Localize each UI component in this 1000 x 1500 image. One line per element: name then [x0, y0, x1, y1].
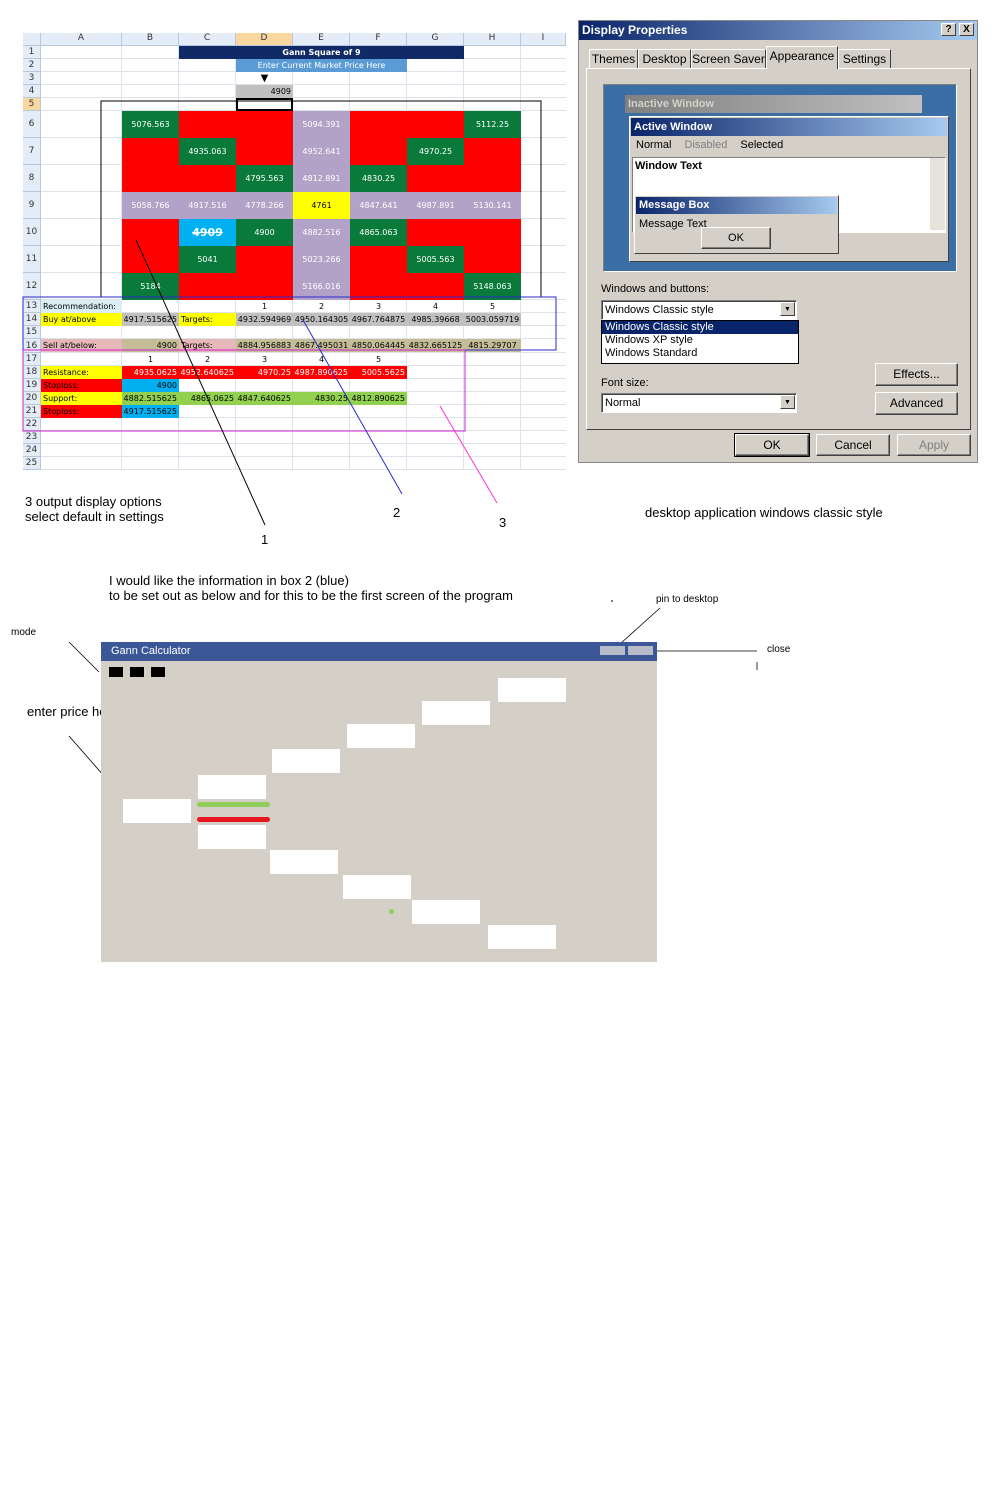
- effects-button[interactable]: Effects...: [875, 363, 958, 386]
- dialog-title: Display Properties: [582, 23, 688, 37]
- buy-target-3-field[interactable]: [347, 724, 415, 748]
- sell-line: [197, 817, 270, 822]
- buy-target-5-field[interactable]: [498, 678, 566, 702]
- active-window-title: Active Window: [634, 121, 713, 133]
- dropdown-option[interactable]: Windows XP style: [602, 334, 798, 347]
- sell-target-2-field[interactable]: [270, 850, 338, 874]
- price-input[interactable]: [123, 799, 191, 823]
- cancel-button[interactable]: Cancel: [816, 434, 890, 456]
- close-button[interactable]: X: [959, 23, 974, 36]
- help-button[interactable]: ?: [941, 23, 956, 36]
- output-options-note: 3 output display options select default …: [25, 494, 164, 524]
- dropdown-option[interactable]: Windows Standard: [602, 347, 798, 360]
- font-size-select[interactable]: Normal ▼: [601, 393, 797, 413]
- callout-2-line: [302, 319, 403, 495]
- menu-selected: Selected: [740, 139, 784, 151]
- tab-appearance[interactable]: Appearance: [766, 46, 838, 69]
- sell-target-4-field[interactable]: [412, 900, 480, 924]
- message-ok-button: OK: [701, 227, 771, 249]
- preview-menu: Normal Disabled Selected: [633, 139, 783, 151]
- gann-titlebar[interactable]: Gann Calculator: [101, 642, 657, 661]
- tab-desktop[interactable]: Desktop: [638, 49, 691, 68]
- chevron-down-icon[interactable]: ▼: [780, 395, 795, 409]
- message-box: Message Box Message Text OK: [634, 195, 839, 254]
- windows-buttons-dropdown[interactable]: Windows Classic style Windows XP style W…: [601, 320, 799, 364]
- buy-line: [197, 802, 270, 807]
- display-properties-dialog: Display Properties ? X Themes Desktop Sc…: [578, 20, 978, 463]
- callout-1-label: 1: [261, 532, 269, 547]
- pin-button[interactable]: [600, 646, 625, 655]
- preview-scrollbar: [930, 158, 945, 230]
- inactive-window-title: Inactive Window: [628, 98, 715, 110]
- message-box-title: Message Box: [639, 199, 710, 211]
- message-text: Message Text: [639, 218, 707, 230]
- box-3-outline: [22, 349, 466, 432]
- status-dot: [389, 909, 394, 914]
- tab-settings[interactable]: Settings: [838, 49, 891, 68]
- window-text: Window Text: [635, 160, 702, 172]
- close-button[interactable]: [628, 646, 653, 655]
- buy-target-2-field[interactable]: [272, 749, 340, 773]
- buy-target-4-field[interactable]: [422, 701, 490, 725]
- active-window-titlebar: Active Window: [631, 118, 947, 136]
- box-1-outline: [100, 100, 542, 298]
- windows-buttons-value: Windows Classic style: [605, 304, 714, 316]
- message-box-titlebar: Message Box: [636, 197, 837, 214]
- sell-target-3-field[interactable]: [343, 875, 411, 899]
- box-2-outline: [22, 296, 557, 351]
- sell-target-5-field[interactable]: [488, 925, 556, 949]
- appearance-preview: Inactive Window Active Window Normal Dis…: [603, 84, 957, 272]
- font-size-value: Normal: [605, 397, 641, 409]
- callout-1-line: [135, 239, 266, 526]
- menu-normal: Normal: [636, 139, 672, 151]
- callout-3-line: [439, 405, 498, 504]
- windows-buttons-label: Windows and buttons:: [601, 283, 710, 295]
- mode-button[interactable]: [151, 667, 165, 677]
- ok-button[interactable]: OK: [734, 433, 810, 457]
- mode-button[interactable]: [109, 667, 123, 677]
- gann-calculator-window: Gann Calculator: [101, 642, 657, 962]
- gann-title: Gann Calculator: [111, 645, 191, 657]
- advanced-button[interactable]: Advanced: [875, 392, 958, 415]
- apply-button[interactable]: Apply: [897, 434, 971, 456]
- tab-themes[interactable]: Themes: [589, 49, 638, 68]
- callout-2-label: 2: [393, 505, 401, 520]
- sell-at-field[interactable]: [198, 825, 266, 849]
- mode-button[interactable]: [130, 667, 144, 677]
- dialog-titlebar[interactable]: Display Properties: [579, 21, 977, 40]
- inactive-window-titlebar: Inactive Window: [625, 95, 922, 113]
- font-size-label: Font size:: [601, 377, 649, 389]
- desktop-app-note: desktop application windows classic styl…: [645, 505, 883, 520]
- buy-at-field[interactable]: [198, 775, 266, 799]
- menu-disabled: Disabled: [684, 139, 728, 151]
- chevron-down-icon[interactable]: ▼: [780, 302, 795, 316]
- dropdown-option[interactable]: Windows Classic style: [602, 321, 798, 334]
- windows-buttons-select[interactable]: Windows Classic style ▼: [601, 300, 797, 320]
- tab-screen-saver[interactable]: Screen Saver: [691, 49, 766, 68]
- callout-3-label: 3: [499, 515, 507, 530]
